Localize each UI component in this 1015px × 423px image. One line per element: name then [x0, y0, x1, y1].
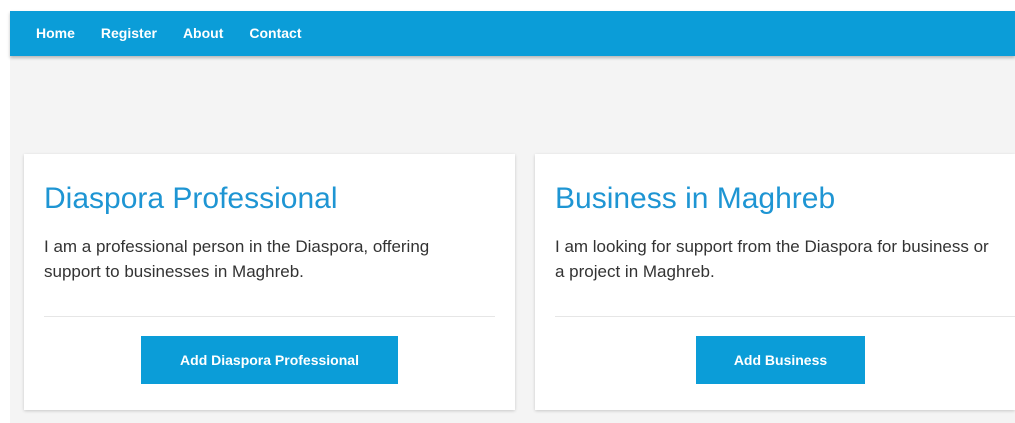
card-divider: [555, 316, 1015, 317]
top-navbar: Home Register About Contact: [10, 11, 1015, 56]
card-divider: [44, 316, 495, 317]
nav-contact-link[interactable]: Contact: [249, 11, 301, 56]
nav-register-link[interactable]: Register: [101, 11, 157, 56]
add-business-button[interactable]: Add Business: [696, 336, 865, 384]
main-content: Diaspora Professional I am a professiona…: [10, 56, 1015, 423]
nav-home-link[interactable]: Home: [36, 11, 75, 56]
add-diaspora-professional-button[interactable]: Add Diaspora Professional: [141, 336, 398, 384]
card-title: Diaspora Professional: [44, 182, 338, 215]
business-in-maghreb-card: Business in Maghreb I am looking for sup…: [535, 154, 1015, 410]
diaspora-professional-card: Diaspora Professional I am a professiona…: [24, 154, 515, 410]
page: Home Register About Contact Diaspora Pro…: [0, 0, 1015, 423]
card-description: I am looking for support from the Diaspo…: [555, 237, 989, 281]
card-title: Business in Maghreb: [555, 182, 836, 215]
nav-about-link[interactable]: About: [183, 11, 223, 56]
card-description: I am a professional person in the Diaspo…: [44, 237, 430, 281]
